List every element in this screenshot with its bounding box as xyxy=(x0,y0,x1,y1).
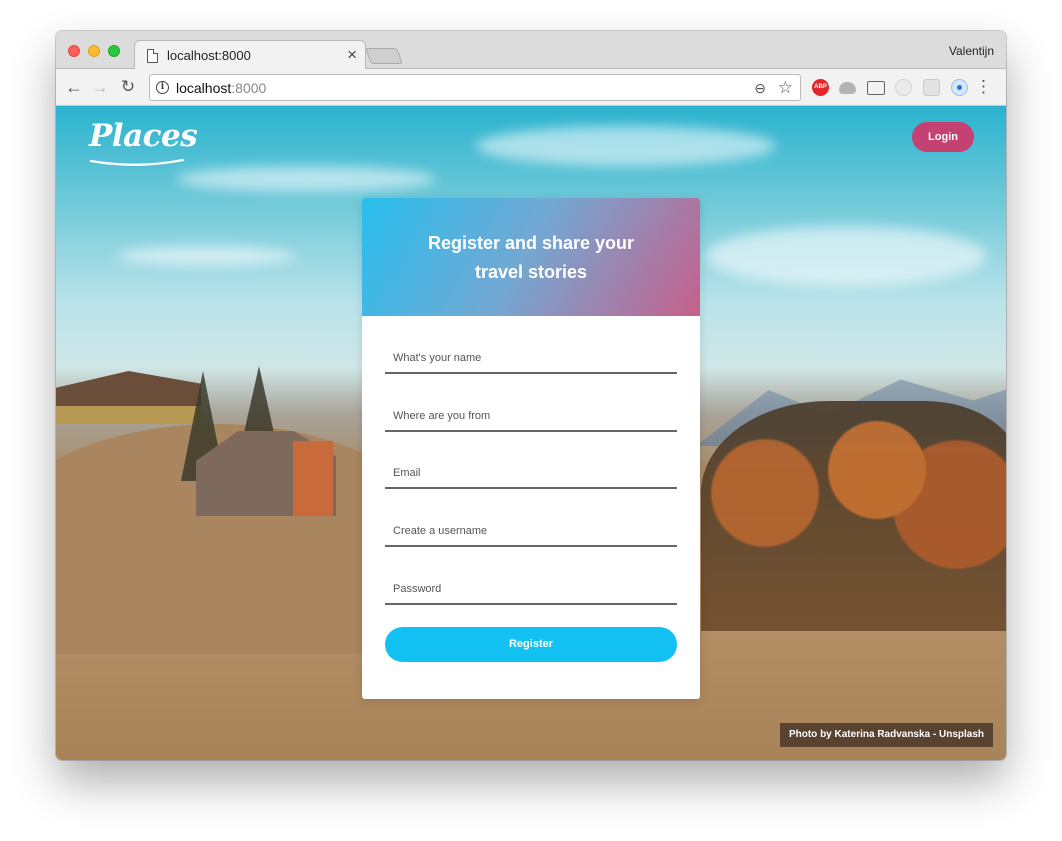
bookmark-star-icon[interactable]: ☆ xyxy=(778,78,793,98)
tab-title: localhost:8000 xyxy=(167,48,251,63)
info-icon[interactable]: i xyxy=(156,81,169,94)
maximize-window-button[interactable] xyxy=(108,45,120,57)
browser-toolbar: ← → ↻ i localhost:8000 ⊖ ☆ ABP ⋮ xyxy=(56,69,1006,106)
login-button[interactable]: Login xyxy=(912,122,974,152)
url-text[interactable]: localhost:8000 xyxy=(176,80,266,96)
password-input[interactable] xyxy=(385,569,677,605)
zoom-out-icon[interactable]: ⊖ xyxy=(754,80,766,97)
close-tab-icon[interactable]: × xyxy=(347,45,357,65)
new-tab-button[interactable] xyxy=(365,48,403,64)
logo-text: Places xyxy=(89,118,198,154)
card-title-line2: travel stories xyxy=(474,262,588,282)
cloud-decoration xyxy=(116,246,296,266)
cloud-decoration xyxy=(176,166,436,192)
document-icon xyxy=(147,49,158,63)
page-content: Places Login Register and share your tra… xyxy=(56,106,1006,760)
forward-arrow-icon[interactable]: → xyxy=(89,76,111,98)
cloud-icon[interactable] xyxy=(839,82,856,94)
close-window-button[interactable] xyxy=(68,45,80,57)
extension-icon[interactable] xyxy=(951,79,968,96)
cloud-decoration xyxy=(706,226,986,286)
title-bar: localhost:8000 × Valentijn xyxy=(56,31,1006,70)
location-input[interactable] xyxy=(385,396,677,432)
forest-decoration xyxy=(701,401,1006,631)
extension-icon[interactable] xyxy=(923,79,940,96)
menu-dots-icon[interactable]: ⋮ xyxy=(975,75,992,99)
url-port: :8000 xyxy=(231,80,267,96)
field-decoration xyxy=(56,406,201,424)
reload-icon[interactable]: ↻ xyxy=(117,76,139,98)
url-host: localhost xyxy=(176,80,232,96)
register-button[interactable]: Register xyxy=(385,627,677,662)
photo-credit[interactable]: Photo by Katerina Radvanska - Unsplash xyxy=(780,723,993,747)
address-bar[interactable]: i localhost:8000 ⊖ ☆ xyxy=(149,74,801,101)
cloud-decoration xyxy=(476,126,776,166)
card-title: Register and share your travel stories xyxy=(402,229,660,287)
adblock-plus-icon[interactable]: ABP xyxy=(812,79,829,96)
card-header: Register and share your travel stories xyxy=(362,198,700,316)
back-arrow-icon[interactable]: ← xyxy=(63,76,85,98)
cast-icon[interactable] xyxy=(867,81,885,95)
house-decoration xyxy=(293,441,333,516)
places-logo[interactable]: Places xyxy=(89,118,198,170)
minimize-window-button[interactable] xyxy=(88,45,100,57)
browser-tab[interactable]: localhost:8000 × xyxy=(134,40,366,70)
email-input[interactable] xyxy=(385,453,677,489)
name-input[interactable] xyxy=(385,338,677,374)
logo-swoosh-icon xyxy=(89,158,185,166)
username-input[interactable] xyxy=(385,511,677,547)
browser-window: localhost:8000 × Valentijn ← → ↻ i local… xyxy=(56,31,1006,760)
extension-icon[interactable] xyxy=(895,79,912,96)
register-card: Register and share your travel stories R… xyxy=(362,198,700,699)
card-title-line1: Register and share your xyxy=(427,233,635,253)
profile-name[interactable]: Valentijn xyxy=(949,44,994,58)
